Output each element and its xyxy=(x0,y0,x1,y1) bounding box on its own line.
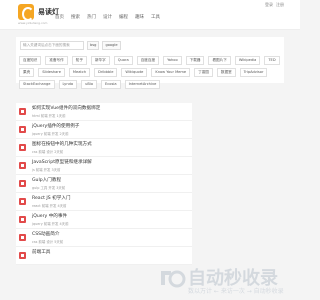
article-icon xyxy=(19,234,26,241)
article-icon xyxy=(19,144,26,151)
quick-link[interactable]: 知乎 xyxy=(71,56,87,65)
search-row: 输入关键词后点击下面的搜索 bsg google xyxy=(20,41,121,50)
quick-link[interactable]: Dribbble xyxy=(94,68,118,77)
nav-item-code[interactable]: 编程 xyxy=(119,14,128,20)
article-title[interactable]: CSS动画简介 xyxy=(32,231,59,237)
quick-link[interactable]: Yahoo xyxy=(163,56,182,65)
quick-link[interactable]: Wikiquote xyxy=(121,68,148,77)
quick-link[interactable]: InternetArchive xyxy=(124,80,161,89)
article-title[interactable]: Gulp入门教程 xyxy=(32,177,61,183)
logo-subtitle: www.yidudeng.com xyxy=(18,21,48,25)
quick-link[interactable]: Slideshare xyxy=(38,68,65,77)
engine-button-google[interactable]: google xyxy=(102,41,121,50)
login-link[interactable]: 登录 xyxy=(265,2,273,8)
quick-link[interactable]: TED xyxy=(264,56,280,65)
article-meta: css 前端 设计 2天前 xyxy=(32,150,64,154)
list-item[interactable]: 图标在按钮中的几种实现方式 css 前端 设计 2天前 xyxy=(16,139,192,157)
list-item[interactable]: Gulp入门教程 gulp 工具 开发 3天前 xyxy=(16,175,192,193)
article-title[interactable]: JavaScript原型链和继承详解 xyxy=(32,159,92,165)
article-icon xyxy=(19,126,26,133)
article-title[interactable]: React JS 初学入门 xyxy=(32,195,71,201)
article-icon xyxy=(19,162,26,169)
quick-link[interactable]: TripAdvisor xyxy=(239,68,268,77)
main-nav: 首页 搜索 热门 设计 编程 趣味 工具 xyxy=(55,14,160,20)
article-title[interactable]: 前端工具 xyxy=(32,249,50,255)
article-title[interactable]: jQuery 中的事件 xyxy=(32,213,67,219)
list-item[interactable]: React JS 初学入门 react 前端 开发 4天前 xyxy=(16,193,192,211)
article-meta: jquery 前端 开发 2天前 xyxy=(32,132,69,136)
quick-link[interactable]: 看图片下 xyxy=(208,56,231,65)
site-header: 易读灯 www.yidudeng.com 首页 搜索 热门 设计 编程 趣味 工… xyxy=(0,0,300,30)
logo-icon xyxy=(18,4,34,21)
quick-link[interactable]: 百度知识 xyxy=(19,56,42,65)
article-icon xyxy=(19,180,26,187)
article-meta: css 前端 设计 5天前 xyxy=(32,240,64,244)
quick-link[interactable]: Meatch xyxy=(68,68,91,77)
article-icon xyxy=(19,108,26,115)
article-list: 如何实现Vue组件的双向数据绑定 html 前端 开发 1天前 jQuery插件… xyxy=(16,103,192,265)
article-meta: html 前端 开发 1天前 xyxy=(32,114,66,118)
nav-item-home[interactable]: 首页 xyxy=(55,14,64,20)
nav-item-hot[interactable]: 热门 xyxy=(87,14,96,20)
list-item[interactable]: jQuery插件的使用例子 jquery 前端 开发 2天前 xyxy=(16,121,192,139)
quick-link[interactable]: Ecosia xyxy=(101,80,121,89)
list-item[interactable]: CSS动画简介 css 前端 设计 5天前 xyxy=(16,229,192,247)
quick-link[interactable]: 百度百度 xyxy=(136,56,160,65)
watermark-subtitle: 数以万计 ← 来访一次 → 自动秒收录 xyxy=(188,288,284,295)
article-meta: jquery 前端 开发 4天前 xyxy=(32,222,69,226)
nav-item-fun[interactable]: 趣味 xyxy=(135,14,144,20)
search-input[interactable]: 输入关键词后点击下面的搜索 xyxy=(20,41,84,50)
quick-link[interactable]: Know Your Meme xyxy=(151,68,191,77)
list-item[interactable]: JavaScript原型链和继承详解 js 前端 开发 3天前 xyxy=(16,157,192,175)
quick-link[interactable]: Wikipedia xyxy=(234,56,261,65)
article-meta: gulp 工具 开发 3天前 xyxy=(32,186,66,190)
watermark-logo-icon xyxy=(161,270,186,288)
quick-link[interactable]: Lynda xyxy=(58,80,78,89)
article-title[interactable]: jQuery插件的使用例子 xyxy=(32,123,79,129)
quick-link[interactable]: 准备写作 xyxy=(45,56,68,65)
article-icon xyxy=(19,216,26,223)
quick-link[interactable]: 下载器 xyxy=(185,56,205,65)
nav-item-tools[interactable]: 工具 xyxy=(151,14,160,20)
article-meta: js 前端 开发 3天前 xyxy=(32,168,61,172)
article-title[interactable]: 图标在按钮中的几种实现方式 xyxy=(32,141,92,147)
quick-link[interactable]: 数据堂 xyxy=(216,68,236,77)
watermark-banner: 自动秒收录 数以万计 ← 来访一次 → 自动秒收录 xyxy=(158,262,284,296)
quick-links: 百度知识 准备写作 知乎 新华字 Quora 百度百度 Yahoo 下载器 看图… xyxy=(19,56,283,89)
list-item[interactable]: 如何实现Vue组件的双向数据绑定 html 前端 开发 1天前 xyxy=(16,103,192,121)
quick-link[interactable]: uBio xyxy=(81,80,98,89)
article-title[interactable]: 如何实现Vue组件的双向数据绑定 xyxy=(32,105,100,111)
quick-link[interactable]: 丁香园 xyxy=(194,68,213,77)
list-item[interactable]: jQuery 中的事件 jquery 前端 开发 4天前 xyxy=(16,211,192,229)
search-panel: 输入关键词后点击下面的搜索 bsg google 百度知识 准备写作 知乎 新华… xyxy=(16,37,284,89)
nav-item-search[interactable]: 搜索 xyxy=(71,14,80,20)
nav-item-design[interactable]: 设计 xyxy=(103,14,112,20)
quick-link[interactable]: 新华字 xyxy=(90,56,110,65)
quick-link[interactable]: 果壳 xyxy=(19,68,35,77)
article-meta: react 前端 开发 4天前 xyxy=(32,204,67,208)
engine-button-bsg[interactable]: bsg xyxy=(87,41,100,50)
register-link[interactable]: 注册 xyxy=(276,2,284,8)
article-icon xyxy=(19,198,26,205)
quick-link[interactable]: StackExchange xyxy=(19,80,55,89)
site-logo[interactable]: 易读灯 xyxy=(18,4,59,21)
quick-link[interactable]: Quora xyxy=(113,56,133,65)
account-links: 登录 注册 xyxy=(265,2,284,8)
article-icon xyxy=(19,252,26,259)
